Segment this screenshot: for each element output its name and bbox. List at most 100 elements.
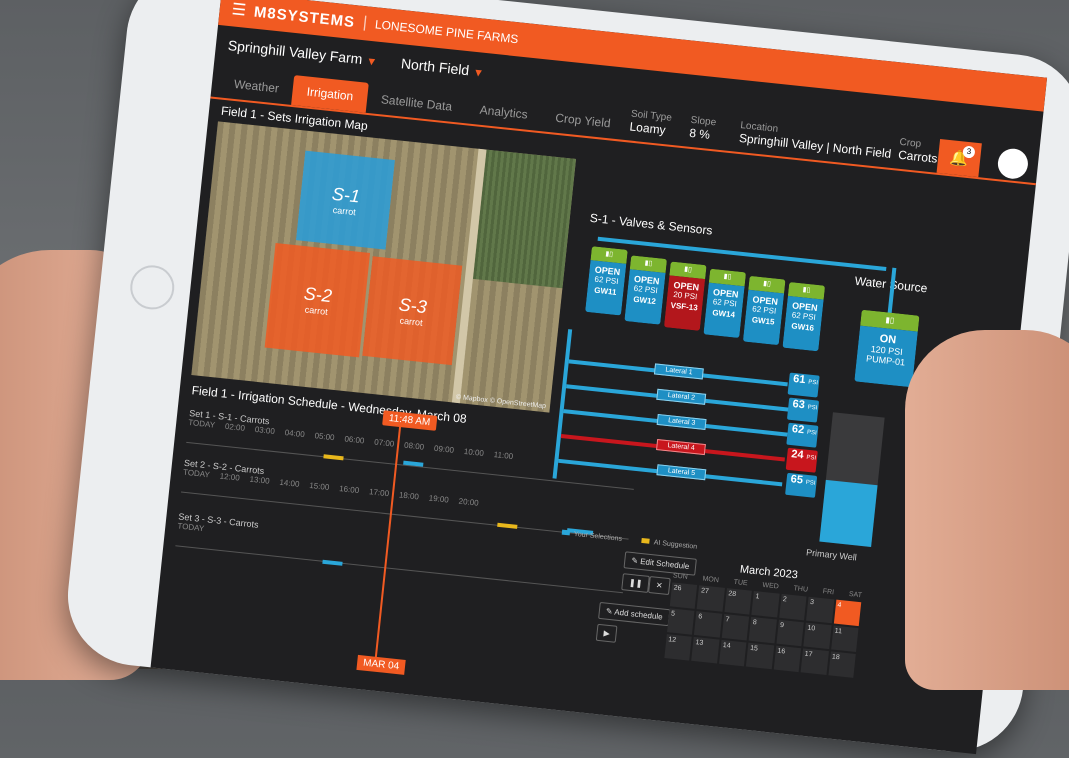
tab-weather[interactable]: Weather (219, 67, 295, 104)
add-schedule-button[interactable]: ✎ Add schedule (598, 601, 671, 627)
cancel-button[interactable]: ✕ (648, 576, 671, 596)
valves-title: S-1 - Valves & Sensors (589, 210, 714, 238)
hour-tick: 20:00 (458, 496, 480, 508)
sensor-unit: PSI (807, 404, 818, 412)
calendar-day[interactable]: 13 (691, 636, 720, 664)
field-selector[interactable]: North Field ▼ (400, 55, 485, 80)
calendar-day[interactable]: 2 (778, 593, 807, 621)
close-icon: ✕ (655, 580, 664, 591)
well-label: Primary Well (805, 547, 858, 563)
sensor-lateral-3[interactable]: 62 PSI (786, 422, 819, 448)
calendar-day[interactable]: 27 (697, 585, 725, 612)
sensor-unit: PSI (806, 454, 817, 462)
hour-tick: 09:00 (433, 443, 455, 455)
calendar-day[interactable]: 7 (721, 613, 750, 641)
home-button[interactable] (128, 263, 177, 312)
play-icon: ▶ (603, 628, 611, 639)
calendar-day[interactable]: 17 (800, 648, 829, 675)
ai-suggestion-segment[interactable] (497, 522, 518, 529)
valve-gw15[interactable]: ▮▯ OPEN 62 PSI GW15 (742, 275, 786, 346)
calendar-day[interactable]: 8 (748, 616, 777, 644)
lateral-1[interactable]: Lateral 1 (653, 363, 705, 380)
lateral-2[interactable]: Lateral 2 (656, 388, 707, 405)
plot-name: S-2 (302, 283, 333, 307)
calendar-day[interactable]: 26 (669, 582, 698, 609)
weekday: SUN (672, 572, 689, 581)
hour-tick: 14:00 (279, 477, 300, 489)
tab-analytics[interactable]: Analytics (464, 93, 543, 131)
sensor-unit: PSI (805, 479, 816, 487)
play-button[interactable]: ▶ (595, 623, 618, 643)
valve-id: GW11 (593, 285, 617, 297)
calendar-day[interactable]: 18 (828, 651, 856, 678)
valve-gw14[interactable]: ▮▯ OPEN 62 PSI GW14 (703, 268, 747, 339)
calendar-day[interactable]: 15 (746, 642, 774, 670)
crop-info: Crop Carrots (898, 137, 940, 166)
tab-satellite-data[interactable]: Satellite Data (366, 83, 468, 123)
sensor-lateral-4[interactable]: 24 PSI (785, 447, 818, 473)
pump-pump01[interactable]: ▮▯ ON 120 PSI PUMP-01 (854, 309, 920, 388)
plot-s3[interactable]: S-3 carrot (362, 256, 463, 366)
lateral-3[interactable]: Lateral 3 (656, 413, 707, 431)
calendar-day[interactable]: 6 (694, 611, 723, 638)
farm-title: LONESOME PINE FARMS (374, 17, 520, 47)
hour-tick: 07:00 (373, 437, 395, 449)
avatar[interactable] (996, 147, 1030, 181)
calendar-day[interactable]: 3 (806, 596, 834, 624)
calendar-day-today[interactable]: 4 (833, 599, 862, 627)
notification-button[interactable]: 🔔 3 (936, 138, 982, 178)
calendar-day[interactable]: 14 (718, 639, 747, 667)
pump-pipe (887, 267, 897, 318)
valve-gw11[interactable]: ▮▯ OPEN 62 PSI GW11 (585, 246, 628, 316)
calendar-day[interactable]: 11 (830, 625, 859, 652)
sensor-unit: PSI (806, 429, 817, 437)
plot-name: S-3 (397, 293, 428, 317)
hour-tick: 15:00 (308, 480, 330, 492)
plot-crop: carrot (304, 304, 329, 317)
sensor-lateral-5[interactable]: 65 PSI (785, 472, 818, 498)
farm-selector-label: Springhill Valley Farm (227, 37, 364, 68)
lateral-5[interactable]: Lateral 5 (656, 464, 707, 481)
valve-gw16[interactable]: ▮▯ OPEN 62 PSI GW16 (782, 281, 826, 352)
valve-gw12[interactable]: ▮▯ OPEN 62 PSI GW12 (624, 255, 668, 325)
hour-tick: 03:00 (254, 424, 276, 436)
add-schedule-label: Add schedule (613, 607, 664, 622)
selection-segment[interactable] (322, 559, 343, 566)
pencil-icon: ✎ (630, 556, 639, 566)
calendar-day[interactable]: 12 (664, 634, 693, 661)
crop-field-area (472, 149, 577, 289)
calendar-day[interactable]: 5 (667, 608, 695, 635)
notification-badge: 3 (962, 145, 976, 159)
soil-type-info: Soil Type Loamy (629, 109, 672, 138)
slope-info: Slope 8 % (689, 115, 717, 143)
calendar-day[interactable]: 16 (773, 645, 802, 673)
pause-button[interactable]: ❚❚ (621, 573, 651, 593)
plot-name: S-1 (331, 183, 361, 207)
lateral-4[interactable]: Lateral 4 (656, 439, 707, 456)
plot-s1[interactable]: S-1 carrot (295, 150, 395, 250)
ai-suggestion-segment[interactable] (323, 454, 344, 461)
chevron-down-icon: ▼ (472, 66, 485, 80)
hour-tick: 10:00 (463, 446, 485, 458)
farm-selector[interactable]: Springhill Valley Farm ▼ (227, 37, 378, 69)
sensor-unit: PSI (807, 379, 819, 387)
plot-s2[interactable]: S-2 carrot (264, 243, 371, 358)
valve-vsf13[interactable]: ▮▯ OPEN 20 PSI VSF-13 (663, 261, 707, 331)
calendar-day[interactable]: 28 (724, 588, 753, 615)
calendar-day[interactable]: 1 (751, 590, 780, 618)
calendar-day[interactable]: 10 (803, 622, 832, 650)
field-selector-label: North Field (400, 55, 471, 79)
soil-type-value: Loamy (628, 119, 667, 138)
calendar-day[interactable]: 9 (776, 619, 804, 647)
valve-id: VSF-13 (670, 300, 699, 313)
satellite-map[interactable]: S-1 carrot S-2 carrot S-3 carrot © Mapbo… (191, 121, 577, 413)
tab-irrigation[interactable]: Irrigation (291, 75, 369, 113)
crop-value: Carrots (897, 147, 939, 166)
tab-crop-yield[interactable]: Crop Yield (540, 101, 626, 140)
sensor-lateral-1[interactable]: 61 PSI (787, 372, 820, 398)
slope-value: 8 % (688, 125, 711, 142)
hour-tick: 12:00 (219, 471, 241, 483)
sensor-lateral-2[interactable]: 63 PSI (786, 397, 820, 423)
map-credit: © Mapbox © OpenStreetMap (455, 393, 547, 411)
menu-icon[interactable]: ☰ (231, 0, 247, 21)
